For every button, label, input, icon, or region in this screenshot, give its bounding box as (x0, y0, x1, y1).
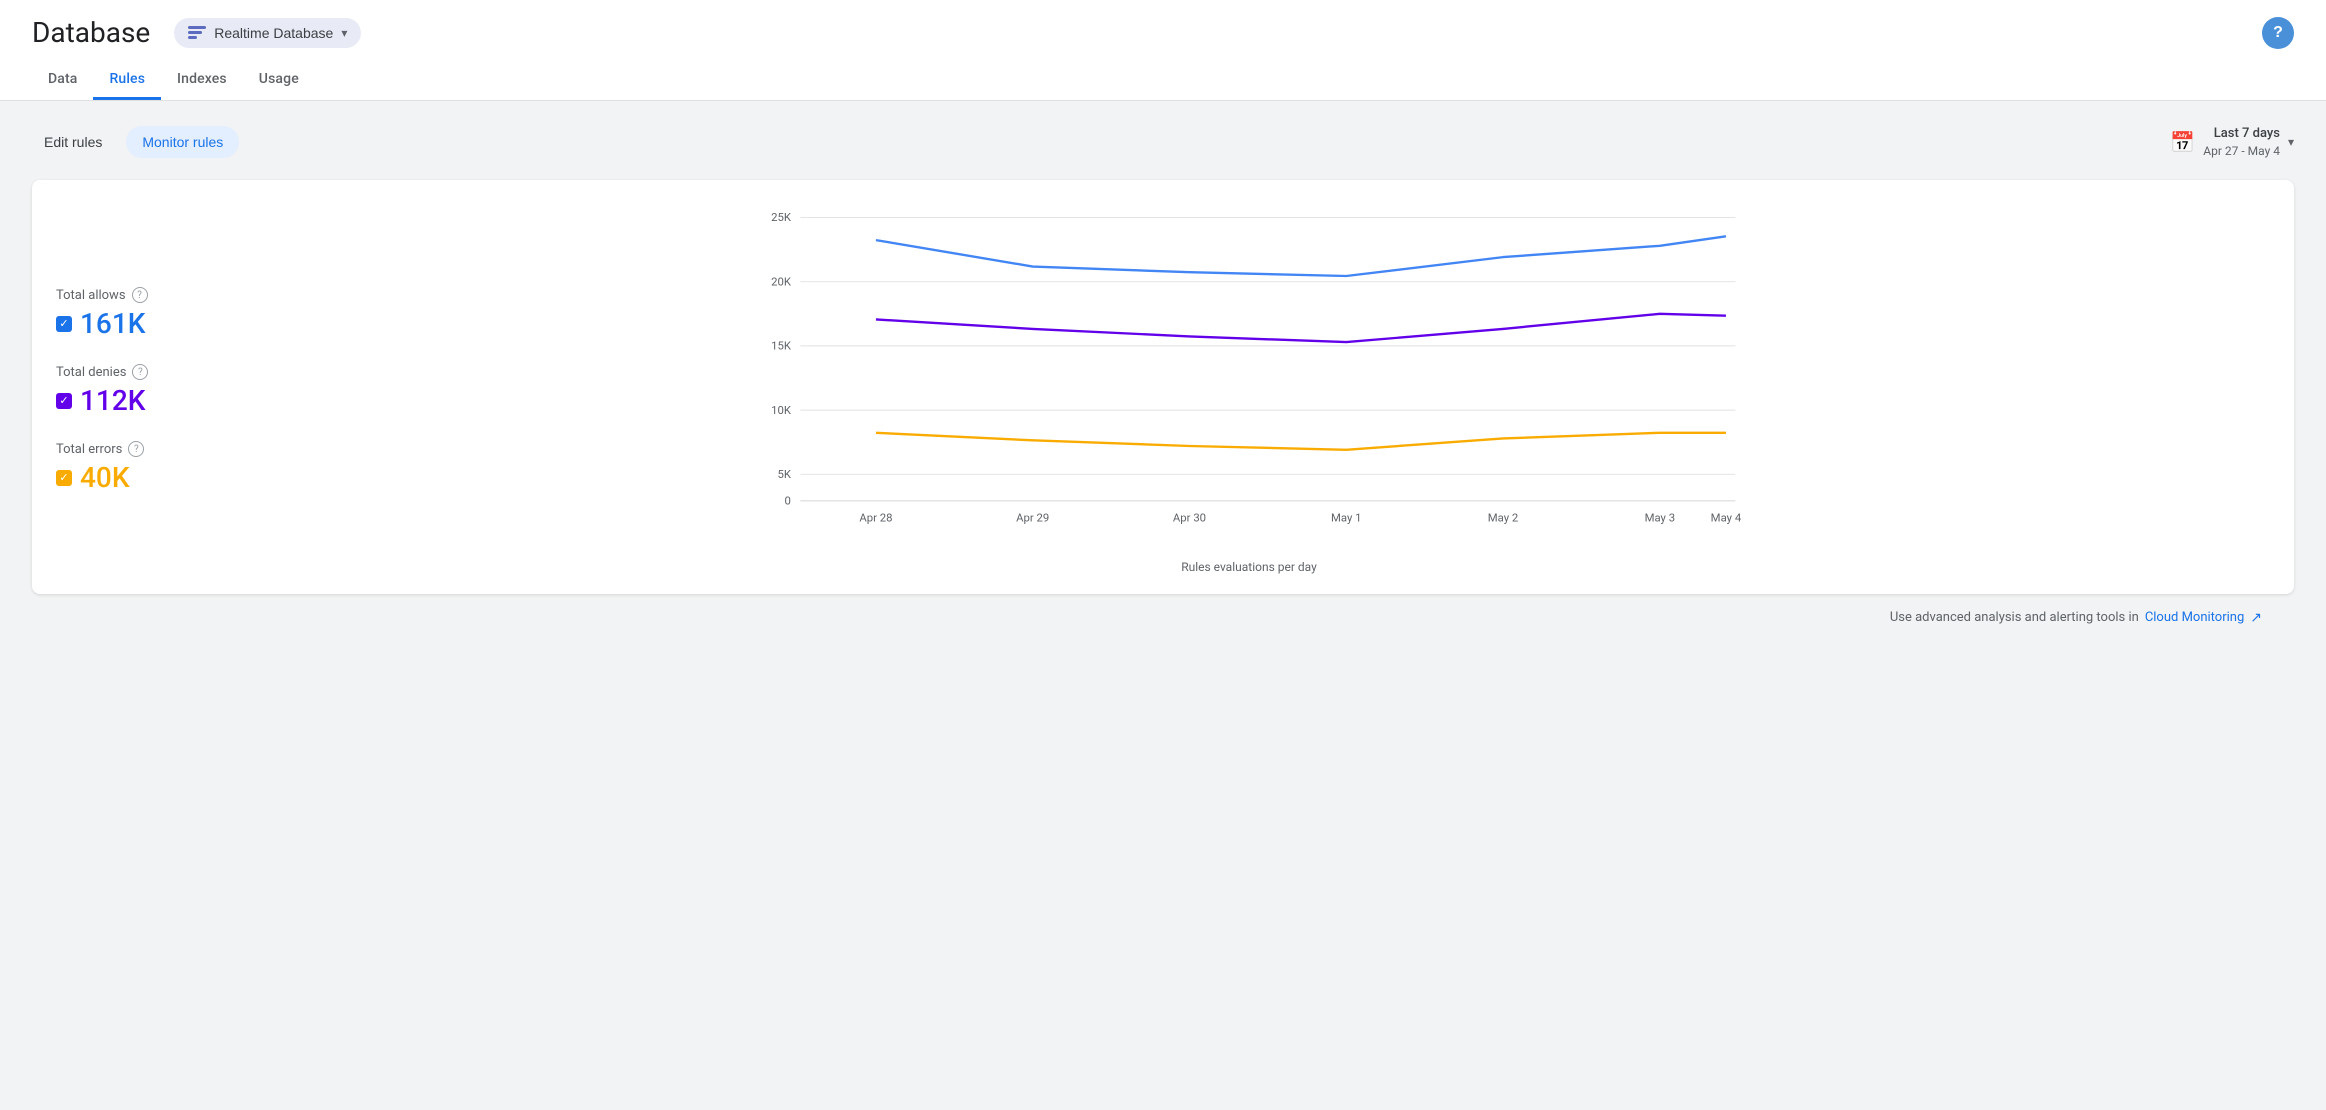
legend-label-errors-text: Total errors (56, 442, 122, 457)
denies-value: 112K (80, 384, 145, 417)
db-selector-label: Realtime Database (214, 25, 333, 41)
footer-note: Use advanced analysis and alerting tools… (32, 594, 2294, 634)
nav-tabs: Data Rules Indexes Usage (32, 61, 2294, 100)
chart-area: 25K 20K 15K 10K 5K 0 (236, 208, 2262, 574)
external-link-icon: ↗ (2250, 610, 2262, 626)
date-range-text: Last 7 days Apr 27 - May 4 (2203, 125, 2280, 160)
help-icon: ? (2273, 24, 2283, 42)
svg-text:25K: 25K (771, 210, 792, 224)
svg-text:Apr 28: Apr 28 (859, 511, 892, 525)
footer-note-text: Use advanced analysis and alerting tools… (1890, 610, 2139, 625)
help-button[interactable]: ? (2262, 17, 2294, 49)
denies-info-icon[interactable]: ? (132, 364, 148, 380)
toolbar: Edit rules Monitor rules 📅 Last 7 days A… (32, 125, 2294, 160)
svg-text:May 4: May 4 (1711, 511, 1742, 525)
tab-rules[interactable]: Rules (93, 61, 161, 100)
svg-text:May 2: May 2 (1488, 511, 1519, 525)
errors-checkbox[interactable]: ✓ (56, 470, 72, 486)
allows-value: 161K (80, 307, 145, 340)
svg-text:5K: 5K (777, 467, 791, 481)
chart-svg: 25K 20K 15K 10K 5K 0 (236, 208, 2262, 548)
allows-info-icon[interactable]: ? (132, 287, 148, 303)
date-range-selector[interactable]: 📅 Last 7 days Apr 27 - May 4 ▾ (2170, 125, 2294, 160)
svg-text:May 3: May 3 (1645, 511, 1676, 525)
tab-indexes[interactable]: Indexes (161, 61, 243, 100)
date-range-title: Last 7 days (2203, 125, 2280, 143)
legend-item-denies: Total denies ? ✓ 112K (56, 364, 212, 417)
legend-item-errors: Total errors ? ✓ 40K (56, 441, 212, 494)
chart-legend: Total allows ? ✓ 161K Total denies ? ✓ (56, 208, 236, 574)
chart-card: Total allows ? ✓ 161K Total denies ? ✓ (32, 180, 2294, 594)
chart-x-label: Rules evaluations per day (236, 560, 2262, 574)
svg-text:May 1: May 1 (1331, 511, 1362, 525)
errors-info-icon[interactable]: ? (128, 441, 144, 457)
tab-data[interactable]: Data (32, 61, 93, 100)
db-selector-icon (188, 24, 206, 42)
legend-label-allows-text: Total allows (56, 288, 126, 303)
errors-value: 40K (80, 461, 130, 494)
allows-checkbox[interactable]: ✓ (56, 316, 72, 332)
svg-text:0: 0 (785, 494, 791, 508)
db-selector-chevron-icon: ▾ (341, 26, 347, 40)
db-selector-button[interactable]: Realtime Database ▾ (174, 18, 361, 48)
cloud-monitoring-link[interactable]: Cloud Monitoring (2145, 610, 2244, 625)
page-title: Database (32, 16, 150, 49)
tab-usage[interactable]: Usage (243, 61, 315, 100)
legend-item-allows: Total allows ? ✓ 161K (56, 287, 212, 340)
monitor-rules-button[interactable]: Monitor rules (126, 126, 239, 158)
denies-checkbox[interactable]: ✓ (56, 393, 72, 409)
svg-text:15K: 15K (771, 339, 792, 353)
svg-text:10K: 10K (771, 403, 792, 417)
svg-text:20K: 20K (771, 274, 792, 288)
svg-text:Apr 29: Apr 29 (1016, 511, 1049, 525)
svg-text:Apr 30: Apr 30 (1173, 511, 1206, 525)
legend-label-denies-text: Total denies (56, 365, 126, 380)
calendar-icon: 📅 (2170, 130, 2195, 154)
date-range-chevron-icon: ▾ (2288, 135, 2294, 149)
edit-rules-button[interactable]: Edit rules (32, 126, 114, 158)
date-range-sub: Apr 27 - May 4 (2203, 143, 2280, 160)
